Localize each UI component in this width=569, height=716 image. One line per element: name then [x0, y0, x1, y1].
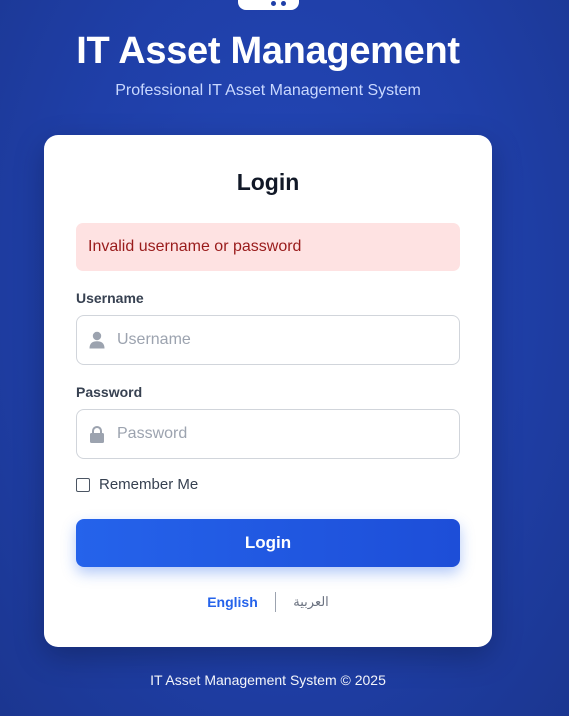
remember-me-checkbox[interactable]	[76, 477, 90, 492]
language-divider	[274, 592, 277, 612]
app-subtitle: Professional IT Asset Management System	[115, 82, 421, 99]
footer-copyright: IT Asset Management System © 2025	[150, 672, 386, 688]
error-message: Invalid username or password	[88, 238, 302, 255]
username-input[interactable]	[117, 316, 459, 364]
login-card: Login Invalid username or password Usern…	[44, 135, 492, 647]
username-field-wrapper	[76, 315, 460, 365]
password-field-wrapper	[76, 409, 460, 459]
user-icon	[77, 331, 117, 349]
login-button[interactable]: Login	[76, 519, 460, 567]
password-input[interactable]	[117, 410, 459, 458]
password-label: Password	[76, 384, 143, 400]
lock-icon	[77, 425, 117, 443]
app-logo	[238, 0, 299, 10]
remember-me[interactable]: Remember Me	[76, 476, 198, 493]
remember-me-label: Remember Me	[99, 476, 199, 493]
language-arabic-link[interactable]: العربية	[293, 594, 329, 610]
app-title: IT Asset Management	[76, 30, 460, 72]
error-alert: Invalid username or password	[76, 223, 460, 271]
login-title: Login	[236, 169, 300, 195]
language-english-link[interactable]: English	[207, 594, 258, 610]
username-label: Username	[76, 290, 144, 306]
language-switcher: English العربية	[44, 591, 492, 613]
